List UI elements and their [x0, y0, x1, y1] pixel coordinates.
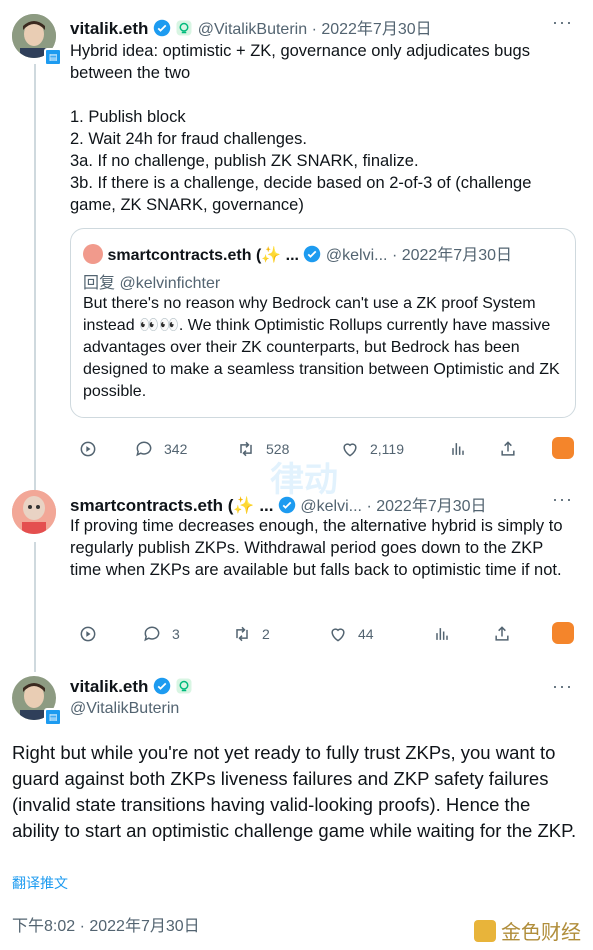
affiliate-icon — [176, 20, 192, 36]
affiliate-icon — [176, 678, 192, 694]
author-name[interactable]: smartcontracts.eth (✨ ... — [70, 496, 274, 515]
watermark-corner: 金色财经 — [474, 916, 581, 945]
watermark-text: 金色财经 — [501, 922, 581, 944]
analytics-button[interactable] — [448, 437, 468, 461]
tweet-body: Right but while you're not yet ready to … — [12, 742, 577, 841]
author-handle[interactable]: @kelvi... — [300, 498, 362, 515]
author-handle[interactable]: @VitalikButerin — [198, 21, 307, 38]
more-options-icon[interactable]: ··· — [552, 12, 573, 33]
views-button[interactable] — [78, 622, 98, 646]
quote-reply-to: 回复 @kelvinfichter — [83, 275, 221, 292]
tweet-date[interactable]: · 2022年7月30日 — [366, 498, 486, 515]
verified-icon — [153, 19, 171, 37]
retweet-icon — [236, 626, 248, 642]
quote-body: But there's no reason why Bedrock can't … — [83, 295, 565, 400]
quote-avatar — [83, 244, 103, 264]
analytics-button[interactable] — [432, 622, 452, 646]
thread-line — [34, 64, 36, 490]
bar-chart-icon — [452, 443, 464, 455]
retweet-count: 2 — [262, 626, 270, 642]
views-button[interactable] — [78, 437, 98, 461]
like-count: 44 — [358, 626, 374, 642]
quote-header: smartcontracts.eth (✨ ... @kelvi... · 20… — [83, 241, 512, 265]
quote-handle: @kelvi... — [325, 247, 388, 264]
author-name[interactable]: vitalik.eth — [70, 677, 148, 696]
play-icon — [80, 626, 96, 642]
share-icon — [495, 626, 509, 641]
logo-icon — [474, 919, 496, 942]
author-handle[interactable]: @VitalikButerin — [70, 700, 179, 718]
reply-button[interactable]: 342 — [134, 437, 187, 461]
tweet-header: vitalik.eth @VitalikButerin · 2022年7月30日 — [70, 15, 432, 39]
translate-link[interactable]: 翻译推文 — [12, 873, 68, 893]
reply-count: 342 — [164, 441, 188, 457]
thread-line — [34, 542, 36, 672]
quote-date: · 2022年7月30日 — [391, 247, 513, 264]
heart-icon — [343, 443, 357, 457]
orange-action-icon[interactable] — [552, 437, 574, 459]
tweet-timestamp[interactable]: 下午8:02 · 2022年7月30日 — [12, 912, 200, 936]
like-count: 2,119 — [370, 441, 404, 457]
affiliate-badge-icon: ▤ — [44, 48, 62, 66]
heart-icon — [331, 628, 345, 642]
play-icon — [80, 441, 96, 457]
tweet-actions: 3 2 44 — [78, 622, 578, 646]
reply-count: 3 — [172, 626, 180, 642]
quoted-tweet[interactable]: smartcontracts.eth (✨ ... @kelvi... · 20… — [70, 228, 576, 418]
tweet-header: vitalik.eth — [70, 677, 193, 697]
tweet-date[interactable]: · 2022年7月30日 — [312, 21, 432, 38]
share-icon — [501, 441, 515, 456]
retweet-button[interactable]: 2 — [232, 622, 270, 646]
like-button[interactable]: 44 — [328, 622, 374, 646]
affiliate-badge-icon: ▤ — [44, 708, 62, 726]
share-button[interactable] — [492, 622, 512, 646]
quote-author-name: smartcontracts.eth (✨ ... — [107, 247, 299, 264]
more-options-icon[interactable]: ··· — [552, 676, 573, 697]
reply-button[interactable]: 3 — [142, 622, 180, 646]
tweet-body: Hybrid idea: optimistic + ZK, governance… — [70, 42, 532, 214]
tweet-body: If proving time decreases enough, the al… — [70, 517, 568, 579]
retweet-icon — [240, 441, 252, 457]
more-options-icon[interactable]: ··· — [552, 489, 573, 510]
reply-icon — [136, 441, 152, 457]
like-button[interactable]: 2,119 — [340, 437, 404, 461]
orange-action-icon[interactable] — [552, 622, 574, 644]
author-name[interactable]: vitalik.eth — [70, 19, 148, 38]
verified-icon — [304, 245, 321, 263]
tweet-header: smartcontracts.eth (✨ ... @kelvi... · 20… — [70, 492, 487, 516]
avatar[interactable] — [12, 490, 56, 534]
verified-icon — [153, 677, 171, 695]
reply-icon — [144, 626, 160, 642]
bar-chart-icon — [436, 628, 448, 640]
verified-icon — [278, 496, 296, 514]
share-button[interactable] — [498, 437, 518, 461]
